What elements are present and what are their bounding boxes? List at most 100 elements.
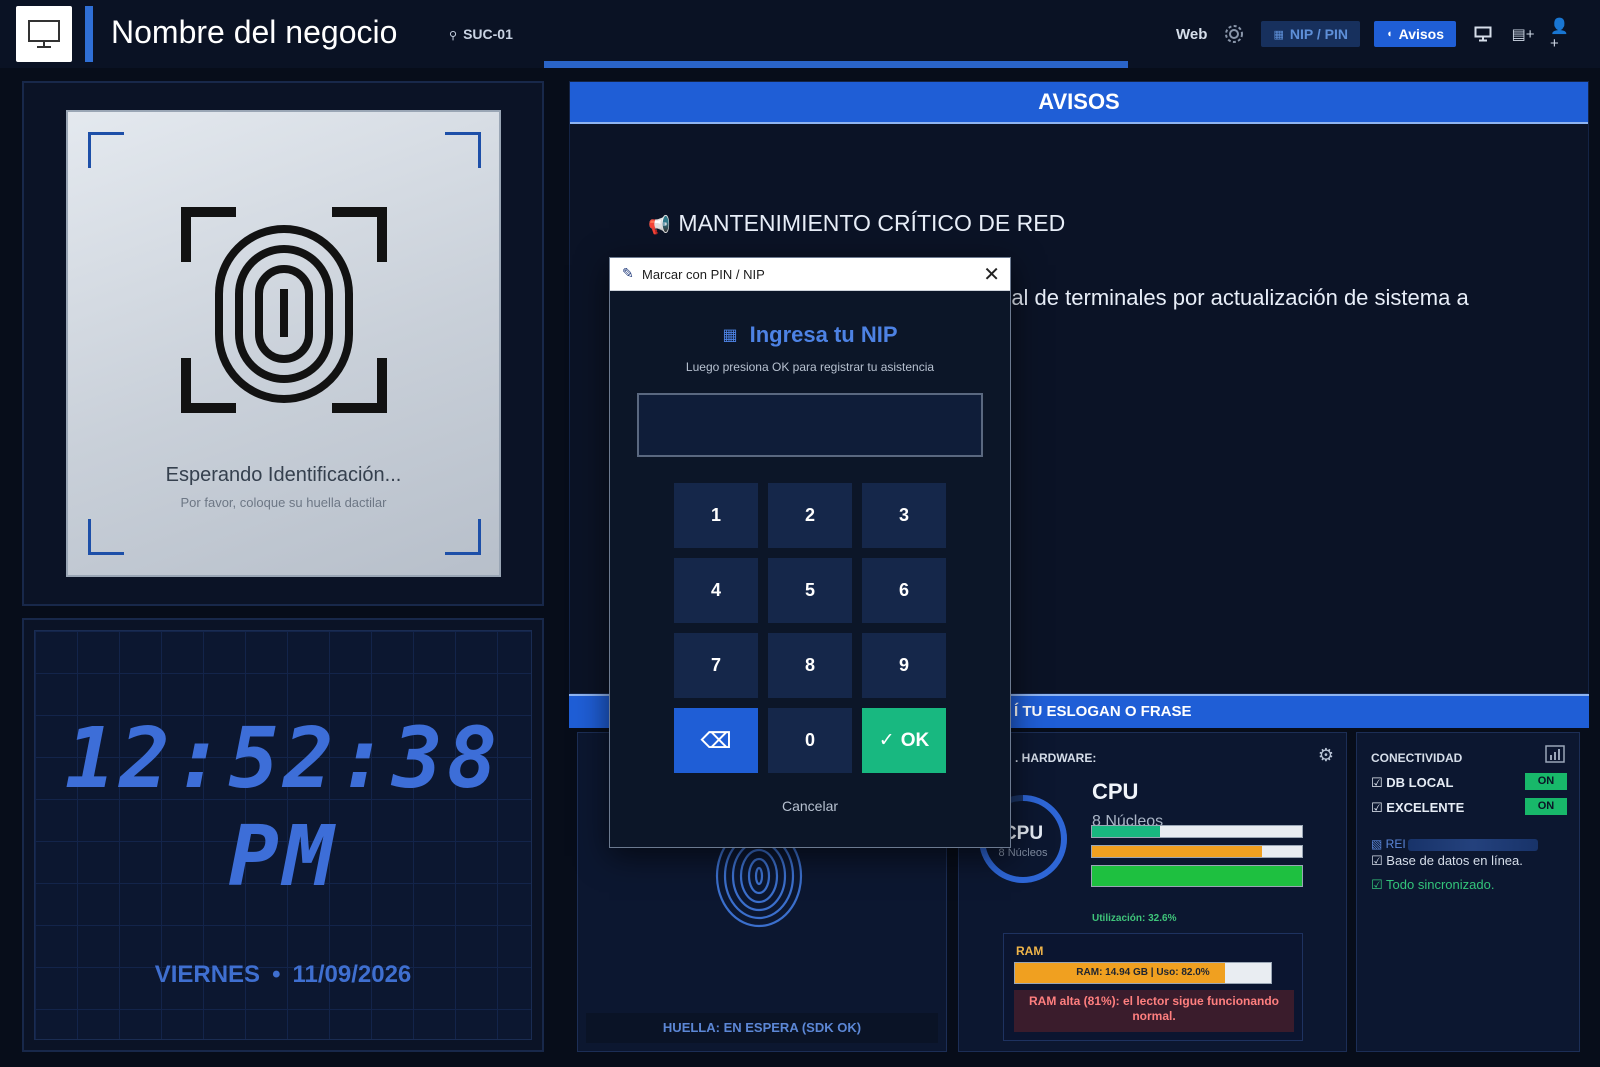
weekday: VIERNES bbox=[154, 961, 261, 988]
feather-icon: ✎ bbox=[622, 265, 634, 281]
ok-button[interactable]: ✓ OK bbox=[862, 708, 946, 773]
cpu-bar-3 bbox=[1091, 865, 1303, 887]
connectivity-title: CONECTIVIDAD bbox=[1371, 751, 1463, 765]
aviso-body-text: ral de terminales por actualización de s… bbox=[1004, 285, 1469, 310]
nip-pin-label: NIP / PIN bbox=[1289, 26, 1348, 42]
check-icon: ☑ bbox=[1371, 877, 1387, 892]
clock-date: VIERNES • 11/09/2026 bbox=[35, 961, 531, 989]
ram-bar-text: RAM: 14.94 GB | Uso: 82.0% bbox=[1076, 967, 1210, 978]
key-1[interactable]: 1 bbox=[674, 483, 758, 548]
key-2[interactable]: 2 bbox=[768, 483, 852, 548]
key-8[interactable]: 8 bbox=[768, 633, 852, 698]
conn-row-label: EXCELENTE bbox=[1386, 800, 1465, 815]
date-separator: • bbox=[272, 961, 281, 988]
checkbox-icon: ☑ bbox=[1371, 775, 1387, 790]
hardware-panel: . HARDWARE: ⚙ CPU 8 Núcleos CPU 8 Núcleo… bbox=[958, 732, 1347, 1052]
business-name: Nombre del negocio bbox=[111, 14, 398, 50]
cpu-bar-fill bbox=[1092, 866, 1302, 886]
waiting-text: Esperando Identificación... bbox=[165, 464, 402, 486]
cpu-bar-2 bbox=[1091, 845, 1303, 858]
key-7[interactable]: 7 bbox=[674, 633, 758, 698]
branch-label: ⚲ SUC-01 bbox=[449, 26, 513, 42]
date: 11/09/2026 bbox=[292, 961, 412, 988]
status-badge: ON bbox=[1525, 773, 1567, 790]
redacted-block bbox=[1407, 838, 1538, 851]
clock-grid: 12:52:38 PM VIERNES • 11/09/2026 bbox=[34, 630, 532, 1040]
conn-row-excelente: ☑ EXCELENTE ON bbox=[1371, 798, 1567, 816]
modal-titlebar: ✎ Marcar con PIN / NIP ✕ bbox=[610, 258, 1010, 291]
status-badge: ON bbox=[1525, 798, 1567, 815]
signal-chart-icon bbox=[1545, 745, 1565, 768]
key-5[interactable]: 5 bbox=[768, 558, 852, 623]
keypad-icon: ▦ bbox=[1273, 28, 1284, 41]
conn-row-label: DB LOCAL bbox=[1386, 775, 1454, 790]
modal-heading: ▦ Ingresa tu NIP bbox=[610, 322, 1010, 348]
hint-text: Por favor, coloque su huella dactilar bbox=[180, 495, 387, 510]
cpu-bar-fill bbox=[1092, 846, 1263, 857]
corner-marker bbox=[445, 132, 481, 168]
aviso-title-text: MANTENIMIENTO CRÍTICO DE RED bbox=[678, 210, 1066, 236]
avisos-button[interactable]: ◖ Avisos bbox=[1373, 21, 1456, 47]
avisos-header: AVISOS bbox=[570, 82, 1588, 124]
sync-note: ☑ Todo sincronizado. bbox=[1371, 877, 1494, 893]
cpu-utilization: Utilización: 32.6% bbox=[1092, 913, 1177, 924]
checkmark-icon: ✓ bbox=[878, 730, 895, 751]
db-online-text: Base de datos en línea. bbox=[1386, 853, 1523, 868]
modal-title: Marcar con PIN / NIP bbox=[642, 267, 765, 282]
fingerprint-card: Esperando Identificación... Por favor, c… bbox=[66, 110, 501, 577]
web-link[interactable]: Web bbox=[1176, 26, 1207, 43]
toolbar: Web ▦ NIP / PIN ◖ Avisos ▤+ 👤+ bbox=[1176, 18, 1576, 52]
checkbox-icon: ☑ bbox=[1371, 800, 1387, 815]
monitor-icon[interactable] bbox=[1470, 21, 1496, 47]
checkbox-icon: ☑ bbox=[1371, 853, 1387, 868]
ok-label: OK bbox=[900, 729, 930, 751]
modal-subtitle: Luego presiona OK para registrar tu asis… bbox=[685, 360, 935, 374]
cpu-bar-fill bbox=[1092, 826, 1161, 837]
monitor-logo-icon bbox=[16, 6, 72, 62]
aviso-title: 📢 MANTENIMIENTO CRÍTICO DE RED bbox=[648, 210, 1065, 237]
corner-marker bbox=[88, 519, 124, 555]
accent-bar bbox=[85, 6, 93, 62]
avisos-label: Avisos bbox=[1398, 26, 1444, 42]
branch-code: SUC-01 bbox=[463, 26, 513, 42]
cancel-button[interactable]: Cancelar bbox=[610, 798, 1010, 814]
keypad-icon: ▦ bbox=[722, 327, 738, 344]
megaphone-icon: ◖ bbox=[1385, 28, 1393, 40]
clock-time: 12:52:38 PM bbox=[64, 709, 502, 905]
fingerprint-panel: Esperando Identificación... Por favor, c… bbox=[22, 81, 544, 606]
cpu-ring-sub: 8 Núcleos bbox=[998, 847, 1048, 859]
ram-title: RAM bbox=[1016, 944, 1044, 958]
close-icon[interactable]: ✕ bbox=[983, 262, 1000, 287]
key-4[interactable]: 4 bbox=[674, 558, 758, 623]
pin-input[interactable] bbox=[637, 393, 983, 457]
top-progress-strip bbox=[544, 61, 1128, 68]
hardware-label: . HARDWARE: bbox=[1015, 751, 1097, 765]
add-device-icon[interactable]: ▤+ bbox=[1510, 21, 1536, 47]
gear-icon[interactable] bbox=[1221, 21, 1247, 47]
clock-panel: 12:52:38 PM VIERNES • 11/09/2026 bbox=[22, 618, 544, 1052]
db-online-note: ☑ Base de datos en línea. bbox=[1371, 853, 1523, 869]
network-chart-icon: ▧ bbox=[1371, 837, 1386, 851]
keypad: 1 2 3 4 5 6 7 8 9 ⌫ 0 ✓ OK bbox=[674, 483, 946, 773]
megaphone-icon: 📢 bbox=[648, 215, 671, 235]
location-pin-icon: ⚲ bbox=[449, 30, 458, 42]
fingerprint-status: HUELLA: EN ESPERA (SDK OK) bbox=[586, 1013, 938, 1043]
ram-alert: RAM alta (81%): el lector sigue funciona… bbox=[1014, 990, 1294, 1032]
conn-row-db-local: ☑ DB LOCAL ON bbox=[1371, 773, 1567, 791]
cpu-title: CPU bbox=[1092, 779, 1139, 804]
key-6[interactable]: 6 bbox=[862, 558, 946, 623]
ram-bar: RAM: 14.94 GB | Uso: 82.0% bbox=[1014, 962, 1272, 984]
modal-heading-text: Ingresa tu NIP bbox=[749, 322, 898, 347]
key-3[interactable]: 3 bbox=[862, 483, 946, 548]
key-9[interactable]: 9 bbox=[862, 633, 946, 698]
settings-gear-icon[interactable]: ⚙ bbox=[1318, 745, 1334, 766]
nip-pin-button[interactable]: ▦ NIP / PIN bbox=[1261, 21, 1360, 47]
network-row: ▧ REI bbox=[1371, 837, 1538, 851]
corner-marker bbox=[88, 132, 124, 168]
fingerprint-scan-icon bbox=[181, 207, 387, 413]
network-label: REI bbox=[1385, 837, 1406, 851]
backspace-button[interactable]: ⌫ bbox=[674, 708, 758, 773]
pin-modal: ✎ Marcar con PIN / NIP ✕ ▦ Ingresa tu NIP… bbox=[609, 257, 1011, 848]
key-0[interactable]: 0 bbox=[768, 708, 852, 773]
add-user-icon[interactable]: 👤+ bbox=[1550, 18, 1576, 52]
